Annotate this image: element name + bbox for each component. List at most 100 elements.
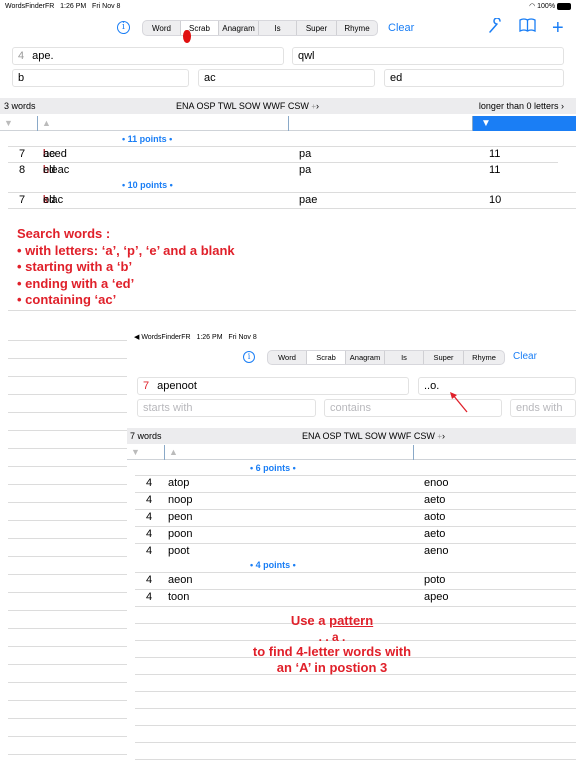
status-app: ◀ WordsFinderFR bbox=[134, 334, 191, 341]
results-header: 7 words ENA OSP TWL SOW WWF CSW +› bbox=[127, 428, 576, 444]
starts-with-field[interactable]: b bbox=[12, 69, 189, 87]
chevron-right-icon: › bbox=[561, 101, 564, 111]
results-header: 3 words ENA OSP TWL SOW WWF CSW +› longe… bbox=[0, 98, 576, 114]
arrow-icon bbox=[450, 392, 468, 413]
starts-with-field[interactable]: starts with bbox=[137, 399, 316, 417]
triangle-down-icon: ▼ bbox=[481, 118, 491, 129]
ends-with-field[interactable]: ends with bbox=[510, 399, 576, 417]
annotation-search: Search words : • with letters: ‘a’, ‘p’,… bbox=[17, 226, 235, 309]
toolbar: i Word Scrab Anagram Is Super Rhyme Clea… bbox=[0, 15, 576, 41]
list-item[interactable]: 4 noop aeto bbox=[127, 492, 576, 509]
status-battery: 100% bbox=[537, 3, 556, 10]
tab-super[interactable]: Super bbox=[424, 351, 464, 364]
info-icon[interactable]: i bbox=[117, 21, 130, 34]
annotation-line: an ‘A’ in postion 3 bbox=[276, 660, 388, 675]
list-item[interactable]: 8 bleac h ed pa 11 bbox=[0, 162, 576, 179]
tab-word[interactable]: Word bbox=[143, 21, 181, 35]
sort-word[interactable]: ▲ bbox=[165, 445, 414, 460]
annotation-line: Use a pattern bbox=[290, 613, 374, 628]
pattern-field[interactable]: ..o. bbox=[418, 377, 576, 395]
word-length: 4 bbox=[146, 545, 153, 557]
remaining-letters: enoo bbox=[424, 477, 449, 489]
inset-status-bar: ◀ WordsFinderFR 1:26 PM Fri Nov 8 bbox=[134, 333, 257, 341]
word-length: 8 bbox=[19, 164, 26, 176]
letters-field[interactable]: 7 apenoot bbox=[137, 377, 409, 395]
battery-icon bbox=[557, 2, 571, 10]
letters-count: 7 bbox=[143, 380, 150, 392]
sort-score-active[interactable]: ▼ bbox=[473, 116, 576, 131]
tab-is[interactable]: Is bbox=[259, 21, 297, 35]
book-icon[interactable] bbox=[519, 18, 536, 39]
annotation-line: • ending with a ‘ed’ bbox=[17, 275, 135, 291]
word: toon bbox=[168, 591, 190, 603]
clear-button[interactable]: Clear bbox=[513, 351, 537, 362]
triangle-up-icon: ▲ bbox=[169, 447, 178, 457]
remaining-letters: pa bbox=[299, 164, 312, 176]
word-length: 7 bbox=[19, 148, 26, 160]
annotation-example: . . a . bbox=[318, 629, 346, 644]
list-item[interactable]: 4 peon aoto bbox=[127, 509, 576, 526]
points-header: • 4 points • bbox=[250, 560, 296, 570]
contains-field[interactable]: contains bbox=[324, 399, 502, 417]
tab-word[interactable]: Word bbox=[268, 351, 307, 364]
word: peon bbox=[168, 511, 193, 523]
inset-mode-segmented-control: Word Scrab Anagram Is Super Rhyme bbox=[267, 350, 505, 365]
remaining-letters: poto bbox=[424, 574, 446, 586]
status-app: WordsFinderFR bbox=[5, 3, 55, 10]
tab-anagram[interactable]: Anagram bbox=[346, 351, 385, 364]
tab-is[interactable]: Is bbox=[385, 351, 424, 364]
list-item[interactable]: 4 poot aeno bbox=[127, 543, 576, 560]
letters-field[interactable]: 4 ape. bbox=[12, 47, 284, 65]
annotation-line: • starting with a ‘b’ bbox=[17, 259, 133, 274]
wrench-icon[interactable] bbox=[488, 17, 502, 40]
triangle-down-icon: ▼ bbox=[4, 118, 13, 128]
sort-count[interactable]: ▼ bbox=[0, 116, 38, 131]
length-filter[interactable]: longer than 0 letters › bbox=[479, 98, 564, 114]
pattern-field[interactable]: qwl bbox=[292, 47, 564, 65]
sort-word[interactable]: ▲ bbox=[38, 116, 289, 131]
status-left: WordsFinderFR 1:26 PM Fri Nov 8 bbox=[5, 0, 120, 14]
plus-icon[interactable]: + bbox=[552, 18, 564, 38]
tab-scrab[interactable]: Scrab bbox=[307, 351, 346, 364]
letters-count: 4 bbox=[18, 50, 25, 62]
dictionary-selector[interactable]: ENA OSP TWL SOW WWF CSW +› bbox=[176, 98, 319, 115]
score: 11 bbox=[489, 148, 501, 160]
sort-remaining[interactable] bbox=[414, 445, 576, 460]
word-length: 7 bbox=[19, 194, 26, 206]
ends-with-field[interactable]: ed bbox=[384, 69, 564, 87]
info-icon[interactable]: i bbox=[243, 351, 255, 363]
tab-anagram[interactable]: Anagram bbox=[219, 21, 259, 35]
list-item[interactable]: 4 poon aeto bbox=[127, 526, 576, 543]
word-count: 3 words bbox=[4, 101, 36, 111]
dictionary-list: ENA OSP TWL SOW WWF CSW bbox=[176, 101, 309, 111]
sort-bar: ▼ ▲ ▼ bbox=[0, 116, 576, 131]
remaining-letters: pae bbox=[299, 194, 318, 206]
word: atop bbox=[168, 477, 190, 489]
tab-rhyme[interactable]: Rhyme bbox=[337, 21, 377, 35]
sort-pattern[interactable] bbox=[289, 116, 473, 131]
list-item[interactable]: 4 atop enoo bbox=[127, 475, 576, 492]
sort-count[interactable]: ▼ bbox=[127, 445, 165, 460]
points-header: • 11 points • bbox=[122, 134, 173, 144]
sort-bar: ▼ ▲ bbox=[127, 445, 576, 460]
clear-button[interactable]: Clear bbox=[388, 22, 414, 34]
dictionary-selector[interactable]: ENA OSP TWL SOW WWF CSW +› bbox=[302, 428, 445, 445]
tab-rhyme[interactable]: Rhyme bbox=[464, 351, 504, 364]
list-item[interactable]: 4 aeon poto bbox=[127, 572, 576, 589]
status-date: Fri Nov 8 bbox=[92, 3, 121, 10]
tab-super[interactable]: Super bbox=[297, 21, 337, 35]
word: noop bbox=[168, 494, 193, 506]
contains-field[interactable]: ac bbox=[198, 69, 375, 87]
word-length: 4 bbox=[146, 511, 153, 523]
remaining-letters: aeno bbox=[424, 545, 449, 557]
list-item[interactable]: 7 blac k ed pae 10 bbox=[0, 192, 576, 209]
remaining-letters: aoto bbox=[424, 511, 446, 523]
list-item[interactable]: 7 be l aced pa 11 bbox=[0, 146, 576, 163]
list-item[interactable]: 4 toon apeo bbox=[127, 589, 576, 606]
inset-screenshot: ◀ WordsFinderFR 1:26 PM Fri Nov 8 i Word… bbox=[127, 329, 576, 768]
score: 10 bbox=[489, 194, 502, 206]
word-length: 4 bbox=[146, 574, 153, 586]
word: aeon bbox=[168, 574, 193, 586]
annotation-line: • containing ‘ac’ bbox=[17, 292, 117, 307]
annotation-line: to find 4-letter words with bbox=[252, 643, 412, 659]
